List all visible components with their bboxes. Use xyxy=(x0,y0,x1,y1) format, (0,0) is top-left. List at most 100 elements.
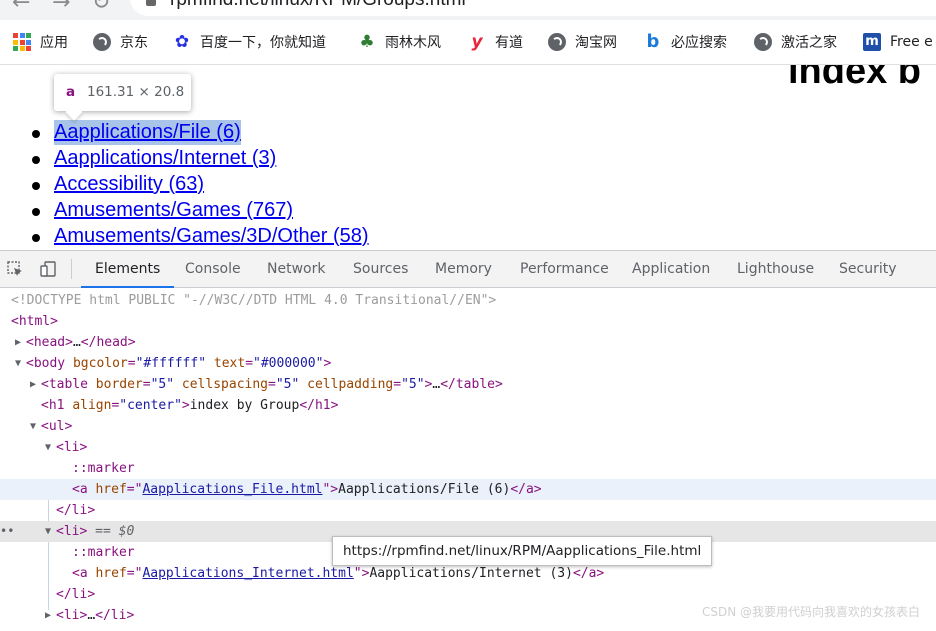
dom-node-a-hovered[interactable]: <a href="Aapplications_File.html">Aappli… xyxy=(0,479,936,500)
forward-arrow-icon[interactable]: → xyxy=(52,0,70,15)
dom-node-li-close[interactable]: </li> xyxy=(0,500,936,521)
attr-name: text xyxy=(213,356,246,371)
page-title: index b xyxy=(788,65,922,92)
attr-name: href xyxy=(95,482,127,497)
bookmark-baidu[interactable]: ✿ 百度一下，你就知道 xyxy=(173,32,326,52)
tag-name: li xyxy=(71,587,88,602)
dom-node-marker[interactable]: ::marker xyxy=(0,458,936,479)
element-hover-tooltip: a 161.31 × 20.8 xyxy=(54,74,191,111)
apps-icon xyxy=(13,33,31,51)
link-url-tooltip: https://rpmfind.net/linux/RPM/Aapplicati… xyxy=(332,536,713,566)
selected-node-indicator: == $0 xyxy=(95,524,135,539)
attr-value: "5" xyxy=(150,377,175,392)
tab-sources[interactable]: Sources xyxy=(353,251,408,287)
bookmark-label: 京东 xyxy=(120,35,148,51)
tab-console[interactable]: Console xyxy=(185,251,241,287)
attr-name: align xyxy=(72,398,112,413)
tab-memory[interactable]: Memory xyxy=(435,251,492,287)
collapsed-ellipsis: … xyxy=(87,608,96,623)
globe-icon xyxy=(754,33,772,51)
href-link[interactable]: Aapplications_File.html xyxy=(142,482,322,497)
attr-name: bgcolor xyxy=(72,356,128,371)
bookmark-jd[interactable]: 京东 xyxy=(93,32,148,52)
tag-name: table xyxy=(48,377,88,392)
collapsed-ellipsis: … xyxy=(72,335,81,350)
collapse-triangle-icon[interactable]: ▼ xyxy=(15,353,21,374)
tag-name: li xyxy=(63,608,80,623)
bookmark-jihuo[interactable]: 激活之家 xyxy=(754,32,837,52)
bing-icon: b xyxy=(646,31,660,52)
bookmark-label: Free e xyxy=(890,34,933,50)
group-link[interactable]: Amusements/Games (767) xyxy=(54,198,293,223)
group-link[interactable]: Accessibility (63) xyxy=(54,172,204,197)
bookmark-label: 有道 xyxy=(495,35,523,51)
mm-icon: m xyxy=(863,33,881,51)
device-toolbar-icon[interactable] xyxy=(40,261,56,277)
bookmark-apps[interactable]: 应用 xyxy=(13,32,68,52)
expand-triangle-icon[interactable]: ▶ xyxy=(15,332,21,353)
tab-lighthouse[interactable]: Lighthouse xyxy=(737,251,814,287)
dom-node-doctype[interactable]: <!DOCTYPE html PUBLIC "-//W3C//DTD HTML … xyxy=(0,290,936,311)
tag-name: h1 xyxy=(314,398,331,413)
bookmark-ylmf[interactable]: ♣ 雨林木风 xyxy=(358,32,441,52)
page-content: index b Aapplications/File (6) Aapplicat… xyxy=(0,65,936,250)
attr-name: border xyxy=(95,377,143,392)
bookmark-label: 必应搜索 xyxy=(671,35,727,51)
more-options-dots[interactable]: •• xyxy=(0,521,14,542)
tag-name: li xyxy=(63,440,80,455)
attr-name: cellspacing xyxy=(181,377,268,392)
url-text[interactable]: rpmfind.net/linux/RPM/Groups.html xyxy=(170,0,466,11)
tab-security[interactable]: Security xyxy=(839,251,897,287)
tag-name: head xyxy=(96,335,128,350)
bookmark-label: 百度一下，你就知道 xyxy=(200,35,326,51)
group-link[interactable]: Aapplications/Internet (3) xyxy=(54,146,276,171)
collapse-triangle-icon[interactable]: ▼ xyxy=(45,521,51,542)
globe-icon xyxy=(93,33,111,51)
tag-name: head xyxy=(33,335,66,350)
attr-value: "center" xyxy=(119,398,182,413)
watermark: CSDN @我要用代码向我喜欢的女孩表白 xyxy=(701,605,920,619)
bookmark-free[interactable]: m Free e xyxy=(863,32,933,52)
dom-node-head[interactable]: ▶ <head>…</head> xyxy=(0,332,936,353)
expand-triangle-icon[interactable]: ▶ xyxy=(30,374,36,395)
dom-node-h1[interactable]: <h1 align="center">index by Group</h1> xyxy=(0,395,936,416)
attr-name: cellpadding xyxy=(307,377,394,392)
dom-node-li-close[interactable]: </li> xyxy=(0,584,936,605)
tab-application[interactable]: Application xyxy=(632,251,710,287)
devtools-toolbar: Elements Console Network Sources Memory … xyxy=(0,251,936,288)
expand-triangle-icon[interactable]: ▶ xyxy=(45,605,51,626)
node-text: Aapplications/File (6) xyxy=(338,482,511,497)
pseudo-element: ::marker xyxy=(72,545,135,560)
doctype-text: <!DOCTYPE html PUBLIC "-//W3C//DTD HTML … xyxy=(11,293,497,308)
bookmark-label: 应用 xyxy=(40,35,68,51)
tag-name: li xyxy=(63,524,80,539)
browser-address-bar: ← → ↻ rpmfind.net/linux/RPM/Groups.html xyxy=(0,0,936,20)
inspect-element-icon[interactable] xyxy=(7,261,23,277)
collapse-triangle-icon[interactable]: ▼ xyxy=(45,437,51,458)
dom-node-a[interactable]: <a href="Aapplications_Internet.html">Aa… xyxy=(0,563,936,584)
dom-node-table[interactable]: ▶ <table border="5" cellspacing="5" cell… xyxy=(0,374,936,395)
bookmark-taobao[interactable]: 淘宝网 xyxy=(548,32,617,52)
tab-elements[interactable]: Elements xyxy=(80,251,175,288)
tab-performance[interactable]: Performance xyxy=(520,251,609,287)
group-link[interactable]: Aapplications/File (6) xyxy=(54,120,241,145)
tag-name: ul xyxy=(48,419,65,434)
bookmark-youdao[interactable]: y 有道 xyxy=(468,32,523,52)
reload-icon[interactable]: ↻ xyxy=(92,0,110,15)
dom-node-body[interactable]: ▼ <body bgcolor="#ffffff" text="#000000"… xyxy=(0,353,936,374)
node-text: index by Group xyxy=(189,398,300,413)
bookmark-bing[interactable]: b 必应搜索 xyxy=(644,32,727,52)
tag-name: body xyxy=(33,356,66,371)
tag-name: table xyxy=(455,377,495,392)
dom-node-li[interactable]: ▼ <li> xyxy=(0,437,936,458)
tag-name: h1 xyxy=(48,398,65,413)
toolbar-divider xyxy=(71,259,72,279)
dom-node-html[interactable]: <html> xyxy=(0,311,936,332)
collapse-triangle-icon[interactable]: ▼ xyxy=(30,416,36,437)
back-arrow-icon[interactable]: ← xyxy=(12,0,30,15)
attr-value: "#ffffff" xyxy=(135,356,207,371)
href-link[interactable]: Aapplications_Internet.html xyxy=(142,566,353,581)
tab-network[interactable]: Network xyxy=(267,251,325,287)
dom-node-ul[interactable]: ▼ <ul> xyxy=(0,416,936,437)
group-link[interactable]: Amusements/Games/3D/Other (58) xyxy=(54,224,369,249)
